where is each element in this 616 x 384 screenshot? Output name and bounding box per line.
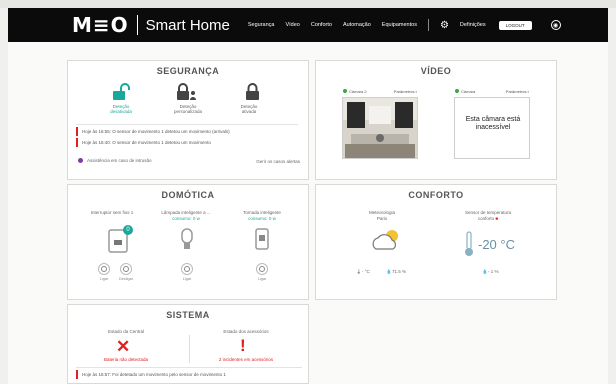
camera-feed[interactable]: Câmara 2 Parâmetros ▪ [342, 89, 418, 159]
warning-exclamation-icon: ! [240, 336, 246, 355]
weather-city: Paris [376, 216, 388, 221]
device-label-lamp: Lâmpada inteligente a ... [161, 210, 211, 215]
mode-label-enabled: Deteção ativada [240, 104, 258, 114]
nav-video[interactable]: Vídeo [285, 22, 299, 28]
comfort-title: CONFORTO [408, 190, 464, 200]
sensor-humidity: - 1 % [488, 269, 499, 274]
top-navigation-bar: M≡O Smart Home Segurança Vídeo Conforto … [8, 8, 608, 42]
sensor-humidity-icon: 💧 [482, 269, 488, 274]
device-label-plug: Tomada inteligente [243, 210, 281, 215]
dashboard-content: SEGURANÇA Deteção desativada Deteção per… [8, 42, 608, 384]
gear-icon[interactable]: ⚙ [440, 20, 449, 31]
video-title: VÍDEO [420, 66, 452, 76]
weather-label: Meteorologia [368, 210, 395, 215]
security-event-list: Hoje às 16:55: O sensor de movimento 1 d… [76, 124, 298, 147]
lamp-consumption: consumo: 0 w [172, 216, 200, 221]
central-state-label: Estado da Central [107, 329, 145, 334]
mode-label-custom: Deteção personalizada [173, 104, 203, 114]
system-event-list: Hoje às 16:57: Foi detetado um movimento… [76, 367, 302, 379]
weather-humidity: 71.5 % [392, 269, 407, 274]
plug-consumption: consumo: 0 w [248, 216, 276, 221]
list-item[interactable]: Hoje às 16:55: O sensor de movimento 1 d… [76, 127, 298, 136]
switch-on-label: Ligar [99, 277, 109, 281]
brand-separator [136, 15, 138, 35]
app-title: Smart Home [145, 16, 230, 34]
locked-person-icon[interactable] [174, 83, 200, 105]
domotics-card: DOMÓTICA Interruptor sem fios 1 0 Ligar … [67, 184, 309, 300]
system-divider [189, 335, 190, 363]
camera-2-params[interactable]: Parâmetros ▪ [394, 89, 417, 94]
mode-label-disabled: Deteção desativada [110, 104, 132, 114]
nav-equipment[interactable]: Equipamentos [382, 22, 417, 28]
system-title: SISTEMA [166, 310, 210, 320]
camera-unavailable-message: Esta câmara está inacessível [465, 116, 521, 131]
system-card: SISTEMA Estado da Central ✕ Bateria não … [67, 304, 309, 384]
notification-badge: 0 [123, 225, 133, 235]
camera-params[interactable]: Parâmetros ▪ [506, 89, 529, 94]
device-label-switch: Interruptor sem fios 1 [90, 210, 134, 215]
nav-divider [427, 19, 429, 31]
nav-security[interactable]: Segurança [248, 22, 275, 28]
video-card: VÍDEO Câmara 2 Parâmetros ▪ Câmara Parâm… [315, 60, 557, 180]
nav-automation[interactable]: Automação [343, 22, 371, 28]
temperature-sensor-label: Sensor de temperatura [464, 210, 512, 215]
nav-comfort[interactable]: Conforto [311, 22, 332, 28]
plug-on-label: Ligar [257, 277, 267, 281]
thermometer-small-icon: 🌡 [356, 269, 362, 274]
accessories-state-label: Estado dos acessórios [223, 329, 269, 334]
unlocked-icon[interactable] [108, 83, 134, 105]
camera-2-label: Câmara 2 [343, 89, 367, 94]
light-bulb-icon[interactable] [180, 227, 194, 258]
list-item[interactable]: Hoje às 16:40: O sensor de movimento 1 d… [76, 138, 298, 147]
lamp-on-button[interactable] [181, 263, 193, 275]
switch-off-label: Desligar [119, 277, 133, 281]
error-cross-icon: ✕ [116, 337, 131, 356]
camera-label: Câmara [455, 89, 475, 94]
weather-temperature: - °C [362, 269, 370, 274]
temperature-sensor-sublabel: conforto ■ [477, 216, 499, 221]
manage-alerts-link[interactable]: Gerir os casos alertas [254, 159, 300, 164]
lamp-on-label: Ligar [182, 277, 192, 281]
meo-logo[interactable]: M≡O [72, 13, 129, 37]
security-title: SEGURANÇA [156, 66, 220, 76]
online-dot-icon [343, 89, 347, 93]
sensor-temperature: -20 °C [478, 237, 515, 252]
locked-icon[interactable] [240, 83, 266, 105]
online-dot-icon [455, 89, 459, 93]
switch-on-button[interactable] [98, 263, 110, 275]
switch-off-button[interactable] [120, 263, 132, 275]
humidity-icon: 💧 [386, 269, 392, 274]
partly-cloudy-icon [370, 227, 402, 258]
window-frame [0, 0, 616, 8]
living-room-image [343, 98, 417, 158]
thermometer-icon [464, 231, 474, 262]
assistance-icon [78, 158, 83, 163]
user-icon[interactable]: ◉ [550, 20, 561, 30]
camera-unavailable-panel[interactable]: Câmara Parâmetros ▪ Esta câmara está ina… [454, 89, 530, 159]
status-dot-icon: ■ [495, 216, 499, 221]
security-card: SEGURANÇA Deteção desativada Deteção per… [67, 60, 309, 180]
nav-settings[interactable]: Definições [460, 22, 486, 28]
logout-button[interactable]: LOGOUT [498, 20, 532, 30]
plug-on-button[interactable] [256, 263, 268, 275]
domotics-title: DOMÓTICA [161, 190, 215, 200]
list-item[interactable]: Hoje às 16:57: Foi detetado um movimento… [76, 370, 302, 379]
smart-plug-icon[interactable] [254, 227, 270, 258]
central-status: Bateria não detectada [103, 357, 149, 362]
comfort-card: CONFORTO Meteorologia Paris 🌡 - °C 💧 71.… [315, 184, 557, 300]
main-nav: Segurança Vídeo Conforto Automação Equip… [248, 19, 572, 31]
assistance-label[interactable]: Assistência em caso de intrusão [87, 158, 152, 163]
accessories-status: 2 incidentes em acessórios [218, 357, 274, 362]
